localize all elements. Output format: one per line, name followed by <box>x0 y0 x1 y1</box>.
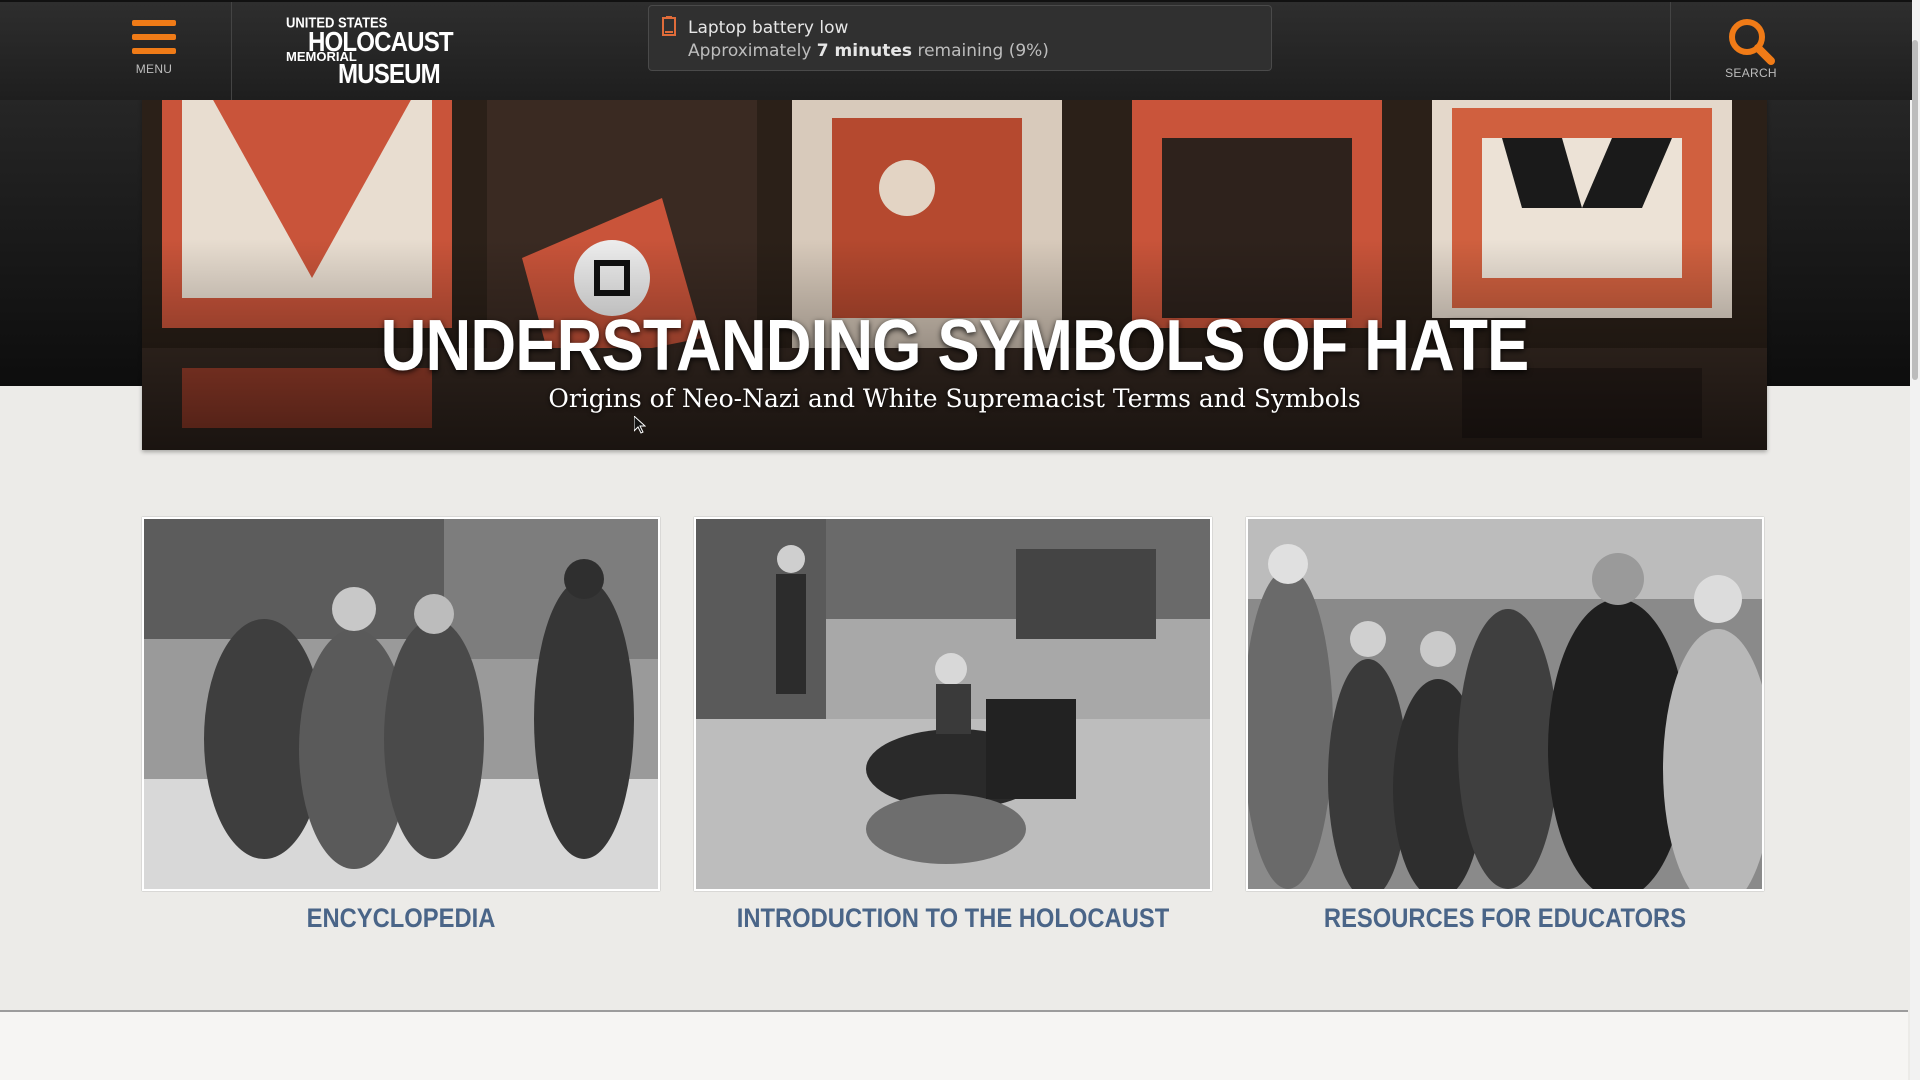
search-button[interactable]: SEARCH <box>1718 16 1784 86</box>
card-introduction-label[interactable]: INTRODUCTION TO THE HOLOCAUST <box>725 903 1181 934</box>
next-section <box>0 1012 1908 1080</box>
museum-logo[interactable]: UNITED STATES HOLOCAUST MEMORIAL MUSEUM <box>284 14 454 90</box>
header-divider-right <box>1670 2 1671 100</box>
battery-low-icon <box>662 16 676 36</box>
card-encyclopedia-label[interactable]: ENCYCLOPEDIA <box>173 903 629 934</box>
notification-body: Approximately 7 minutes remaining (9%) <box>688 41 1049 61</box>
search-icon <box>1729 19 1775 65</box>
search-label: SEARCH <box>1725 66 1777 80</box>
photo-deportation-image <box>144 519 658 889</box>
notification-body-prefix: Approximately <box>688 41 817 61</box>
card-encyclopedia-image[interactable] <box>142 517 660 891</box>
photo-women-children-image <box>1248 519 1762 889</box>
notification-body-bold: 7 minutes <box>816 41 913 61</box>
hero-subtitle: Origins of Neo-Nazi and White Supremacis… <box>548 384 1361 413</box>
hero-title: UNDERSTANDING SYMBOLS OF HATE <box>380 306 1530 386</box>
scrollbar-thumb[interactable] <box>1912 40 1918 380</box>
menu-label: MENU <box>135 62 173 76</box>
menu-button[interactable]: MENU <box>118 16 190 86</box>
card-educators-image[interactable] <box>1246 517 1764 891</box>
notification-body-suffix: remaining (9%) <box>912 41 1049 61</box>
logo-line-4: MUSEUM <box>338 58 441 89</box>
hero-banner: UNDERSTANDING SYMBOLS OF HATE Origins of… <box>142 98 1767 450</box>
battery-notification[interactable]: Laptop battery low Approximately 7 minut… <box>648 5 1272 71</box>
card-educators[interactable]: RESOURCES FOR EDUCATORS <box>1246 517 1764 934</box>
card-introduction[interactable]: INTRODUCTION TO THE HOLOCAUST <box>694 517 1212 934</box>
notification-title: Laptop battery low <box>688 18 849 38</box>
mouse-cursor-icon <box>634 416 646 434</box>
hamburger-menu-icon <box>132 20 176 54</box>
photo-child-luggage-image <box>696 519 1210 889</box>
card-encyclopedia[interactable]: ENCYCLOPEDIA <box>142 517 660 934</box>
card-educators-label[interactable]: RESOURCES FOR EDUCATORS <box>1277 903 1733 934</box>
header-divider-left <box>231 2 232 100</box>
card-introduction-image[interactable] <box>694 517 1212 891</box>
